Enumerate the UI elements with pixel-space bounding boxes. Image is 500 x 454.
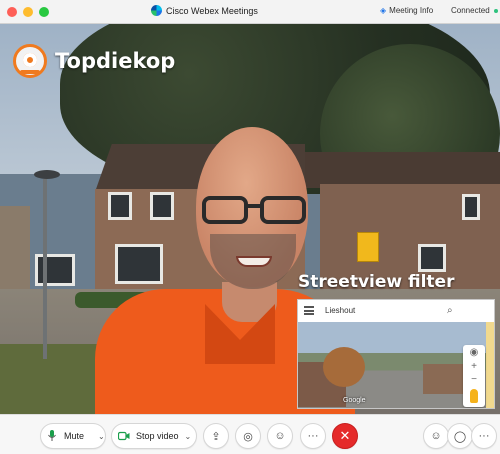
street-lamp-pole [43,179,47,359]
participants-button[interactable]: ☺ [423,423,449,449]
meeting-controls-bar: Mute ⌄ Stop video ⌄ ⇪ ◎ ☺ ··· ✕ ☺ ◯ ··· [0,414,500,454]
glasses-lens [260,196,306,224]
mute-label: Mute [64,431,85,441]
streetview-tree [323,347,365,387]
mute-button[interactable]: Mute ⌄ [40,423,106,449]
house-window [418,244,446,272]
neighbor-roof [300,152,500,188]
streetview-inset[interactable]: Lieshout ⌕ Google ◉ + − [297,299,495,409]
meeting-info-label: Meeting Info [389,6,434,15]
brand-overlay: Topdiekop [13,44,175,78]
connection-dot-icon [493,8,498,13]
share-icon: ⇪ [211,430,221,443]
person-mouth [236,256,272,267]
app-title-text: Cisco Webex Meetings [166,5,258,16]
connection-status-text: Connected [451,6,490,15]
more-options-button[interactable]: ··· [300,423,326,449]
minimize-window-button[interactable] [23,7,33,17]
chevron-down-icon[interactable]: ⌄ [98,432,105,441]
left-house [0,206,30,296]
zoom-out-button[interactable]: − [463,374,485,385]
house-window [150,192,174,220]
webcam-logo-icon [13,44,47,78]
connection-status: Connected [451,6,498,15]
streetview-search-bar[interactable]: Lieshout ⌕ [298,300,494,322]
streetview-house [423,364,463,394]
stop-video-button[interactable]: Stop video ⌄ [111,423,197,449]
record-icon: ◎ [243,430,253,443]
person-glasses [198,194,310,226]
chat-icon: ◯ [453,430,467,443]
webex-logo-icon [151,5,162,16]
window-controls [7,7,49,17]
window-titlebar: Cisco Webex Meetings ◈ Meeting Info Conn… [0,0,500,24]
house-window [115,244,163,284]
pegman-icon[interactable] [470,389,478,403]
filter-label: Streetview filter [298,272,455,292]
compass-icon[interactable]: ◉ [463,347,485,358]
hamburger-menu-icon[interactable] [304,306,314,315]
more-panels-button[interactable]: ··· [471,423,497,449]
app-title: Cisco Webex Meetings [151,5,258,16]
house-window [35,254,75,286]
close-icon: ✕ [339,428,351,443]
more-icon: ··· [478,430,490,442]
street-lamp-head [34,170,60,179]
record-button[interactable]: ◎ [235,423,261,449]
meeting-info-button[interactable]: ◈ Meeting Info [380,6,433,15]
glasses-lens [202,196,248,224]
yellow-sign [357,232,379,262]
participants-icon: ☺ [430,430,442,442]
zoom-in-button[interactable]: + [463,361,485,372]
search-icon[interactable]: ⌕ [447,305,453,316]
streetview-map-controls: ◉ + − [463,345,485,407]
more-icon: ··· [307,430,319,442]
microphone-icon [48,430,56,441]
end-meeting-button[interactable]: ✕ [332,423,358,449]
brand-text: Topdiekop [55,49,176,73]
reactions-button[interactable]: ☺ [267,423,293,449]
stop-video-label: Stop video [136,431,179,441]
camera-icon [118,431,130,441]
house-window [108,192,132,220]
streetview-side-panel [486,322,494,408]
streetview-place: Lieshout [325,306,356,315]
google-label: Google [343,397,366,404]
glasses-bridge [248,204,260,208]
close-window-button[interactable] [7,7,17,17]
meeting-info-icon: ◈ [380,6,387,15]
chevron-down-icon[interactable]: ⌄ [185,432,192,441]
house-window [462,194,480,220]
chat-button[interactable]: ◯ [447,423,473,449]
maximize-window-button[interactable] [39,7,49,17]
reactions-icon: ☺ [274,430,286,442]
video-stage: Topdiekop Streetview filter Lieshout ⌕ G… [0,24,500,414]
share-button[interactable]: ⇪ [203,423,229,449]
